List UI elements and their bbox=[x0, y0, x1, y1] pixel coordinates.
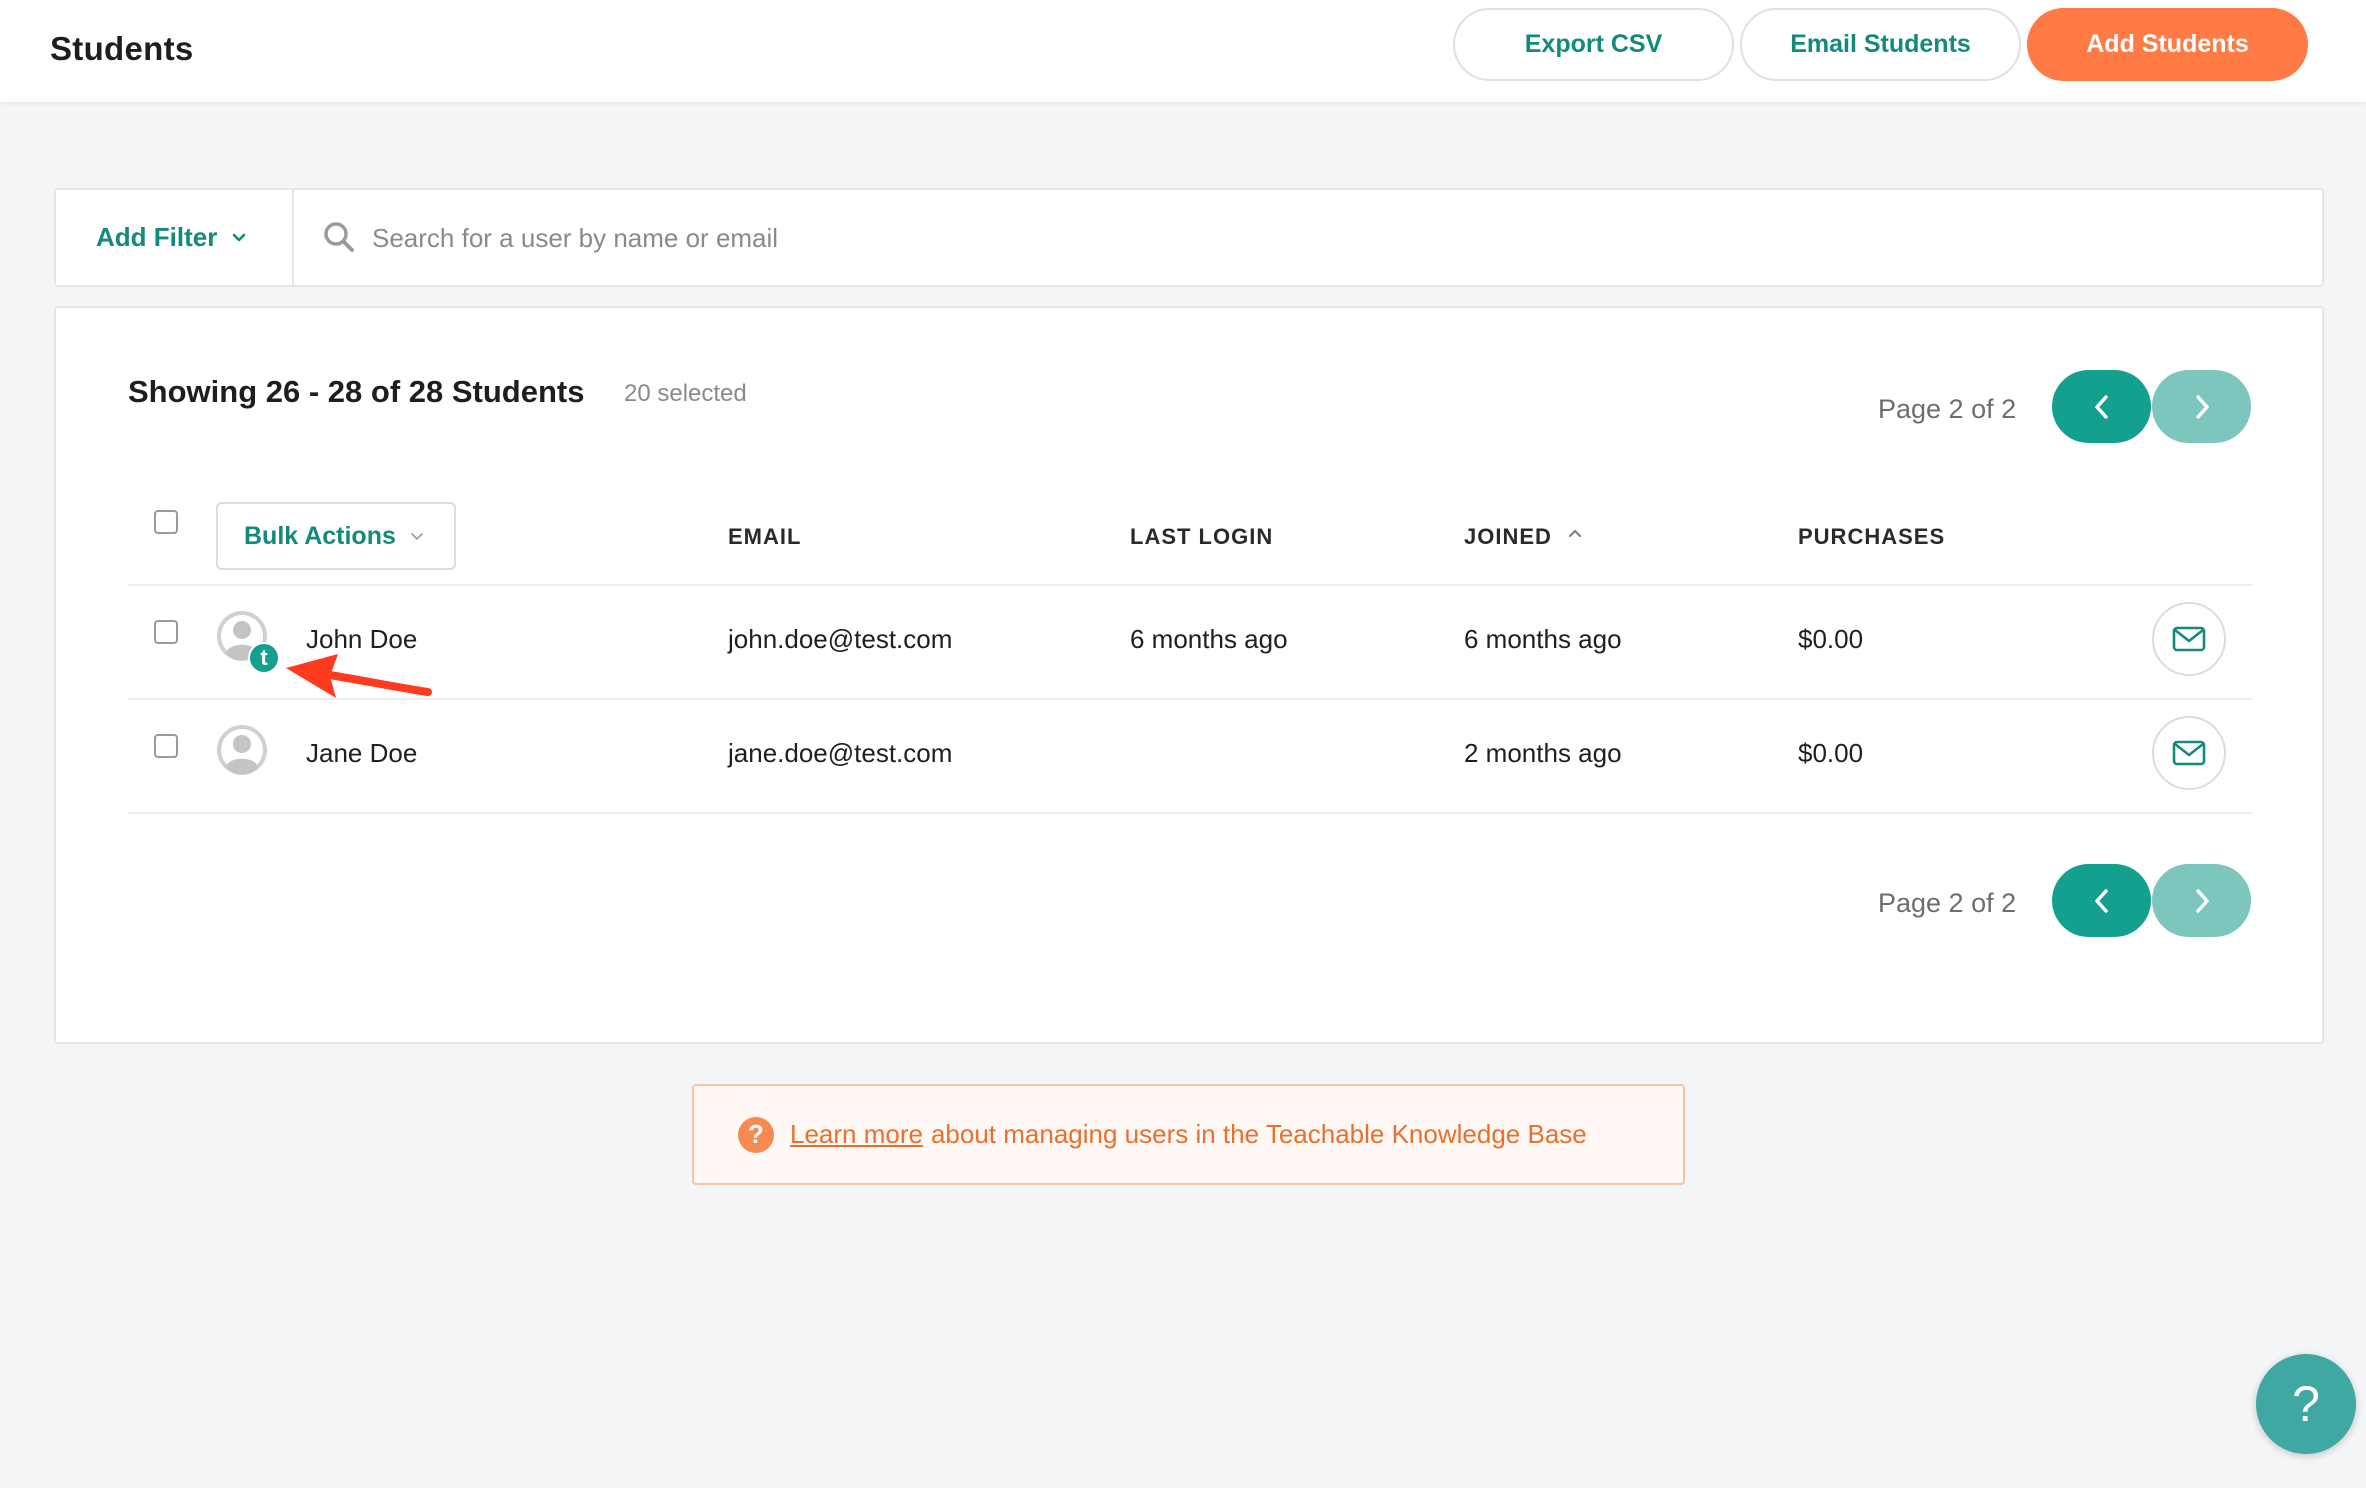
top-bar: Students Export CSV Email Students Add S… bbox=[0, 0, 2366, 102]
add-filter-dropdown[interactable]: Add Filter bbox=[56, 190, 294, 285]
add-students-button[interactable]: Add Students bbox=[2027, 8, 2308, 81]
knowledge-base-banner: ? Learn more about managing users in the… bbox=[692, 1084, 1685, 1185]
question-icon: ? bbox=[738, 1116, 774, 1153]
add-filter-label: Add Filter bbox=[96, 222, 218, 252]
row-checkbox[interactable] bbox=[154, 620, 178, 644]
prev-page-button-top[interactable] bbox=[2052, 370, 2151, 443]
select-all-checkbox[interactable] bbox=[154, 510, 178, 534]
divider bbox=[128, 584, 2252, 586]
envelope-icon bbox=[2172, 740, 2206, 766]
student-email: jane.doe@test.com bbox=[728, 738, 953, 768]
teacher-badge: t bbox=[248, 642, 280, 674]
next-page-button-bottom[interactable] bbox=[2152, 864, 2251, 937]
showing-count: Showing 26 - 28 of 28 Students bbox=[128, 374, 585, 409]
column-header-joined[interactable]: JOINED bbox=[1464, 524, 1552, 550]
next-page-button-top[interactable] bbox=[2152, 370, 2251, 443]
email-students-button[interactable]: Email Students bbox=[1740, 8, 2021, 81]
column-header-last-login: LAST LOGIN bbox=[1130, 524, 1274, 549]
row-checkbox[interactable] bbox=[154, 734, 178, 758]
chevron-down-icon bbox=[233, 233, 246, 241]
help-button[interactable]: ? bbox=[2256, 1354, 2356, 1454]
bulk-actions-label: Bulk Actions bbox=[244, 521, 396, 550]
column-header-purchases: PURCHASES bbox=[1798, 524, 1946, 549]
student-joined: 2 months ago bbox=[1464, 738, 1622, 768]
chevron-right-icon bbox=[2195, 394, 2209, 419]
student-name[interactable]: Jane Doe bbox=[306, 738, 417, 769]
student-name[interactable]: John Doe bbox=[306, 624, 417, 655]
divider bbox=[128, 698, 2252, 700]
envelope-icon bbox=[2172, 626, 2206, 652]
page-indicator-top: Page 2 of 2 bbox=[1878, 394, 2017, 424]
student-last-login: 6 months ago bbox=[1130, 624, 1288, 654]
student-email: john.doe@test.com bbox=[728, 624, 953, 654]
student-purchases: $0.00 bbox=[1798, 624, 1864, 654]
selected-count: 20 selected bbox=[624, 380, 747, 407]
email-student-button[interactable] bbox=[2152, 716, 2226, 790]
learn-more-link[interactable]: Learn more bbox=[790, 1119, 923, 1150]
export-csv-button[interactable]: Export CSV bbox=[1453, 8, 1734, 81]
chevron-right-icon bbox=[2195, 888, 2209, 913]
page-title: Students bbox=[50, 30, 194, 67]
search-input[interactable] bbox=[372, 208, 2272, 268]
filter-bar: Add Filter bbox=[54, 188, 2324, 287]
chevron-up-icon[interactable] bbox=[1566, 524, 1584, 542]
column-header-email: EMAIL bbox=[728, 524, 802, 549]
annotation-arrow-icon bbox=[286, 654, 432, 698]
divider bbox=[128, 812, 2252, 814]
chevron-left-icon bbox=[2094, 888, 2108, 913]
email-student-button[interactable] bbox=[2152, 602, 2226, 676]
avatar-icon bbox=[217, 725, 267, 775]
page-indicator-bottom: Page 2 of 2 bbox=[1878, 888, 2017, 918]
search-icon bbox=[324, 222, 354, 252]
chevron-left-icon bbox=[2094, 394, 2108, 419]
student-joined: 6 months ago bbox=[1464, 624, 1622, 654]
chevron-down-icon bbox=[411, 533, 423, 541]
student-purchases: $0.00 bbox=[1798, 738, 1864, 768]
knowledge-base-text: about managing users in the Teachable Kn… bbox=[930, 1119, 1587, 1149]
bulk-actions-dropdown[interactable]: Bulk Actions bbox=[216, 502, 456, 570]
prev-page-button-bottom[interactable] bbox=[2052, 864, 2151, 937]
